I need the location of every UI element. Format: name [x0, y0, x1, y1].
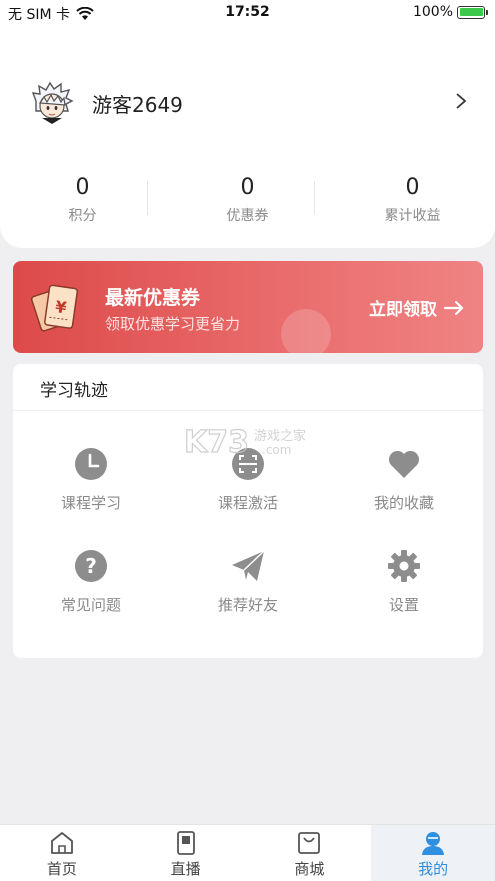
gear-icon — [388, 550, 420, 582]
battery-fill — [459, 8, 483, 16]
menu-label: 设置 — [388, 596, 419, 614]
menu-label: 我的收藏 — [373, 494, 434, 512]
tab-live[interactable]: 直播 — [124, 825, 248, 881]
tab-home[interactable]: 首页 — [0, 825, 124, 881]
live-icon — [176, 831, 195, 855]
stat-divider — [314, 181, 315, 215]
menu-recommend-friends[interactable]: 推荐好友 — [178, 548, 318, 615]
question-icon: ? — [75, 550, 107, 582]
menu-settings[interactable]: 设置 — [334, 548, 474, 615]
menu-label: 推荐好友 — [217, 596, 278, 614]
stat-divider — [147, 181, 148, 215]
stat-value: 0 — [75, 175, 90, 200]
clock-icon — [75, 448, 107, 480]
coupon-title: 最新优惠券 — [105, 287, 201, 309]
menu-label: 课程激活 — [217, 494, 278, 512]
touch-ripple — [281, 309, 331, 353]
status-right: 100% — [412, 4, 488, 20]
stat-label: 累计收益 — [384, 208, 441, 224]
claim-now-label: 立即领取 — [369, 300, 437, 320]
battery-icon — [457, 5, 488, 19]
stat-value: 0 — [405, 175, 420, 200]
svg-text:.com: .com — [262, 443, 291, 457]
stat-points[interactable]: 0 积分 — [0, 173, 165, 225]
tab-label: 首页 — [46, 860, 77, 878]
stats-row: 0 积分 0 优惠券 0 累计收益 — [0, 173, 495, 225]
paper-plane-icon — [232, 550, 265, 581]
tab-label: 直播 — [170, 860, 201, 878]
menu-my-favorites[interactable]: 我的收藏 — [334, 446, 474, 513]
bottom-tab-bar: 首页 直播 商城 我的 — [0, 824, 495, 881]
menu-faq[interactable]: ? 常见问题 — [21, 548, 161, 615]
username[interactable]: 游客2649 — [92, 89, 183, 118]
heart-icon — [388, 450, 420, 478]
k73-watermark-logo: K73 游戏之家 .com — [184, 424, 306, 460]
stat-value: 0 — [240, 175, 255, 200]
svg-text:?: ? — [85, 554, 97, 578]
coupon-subtitle: 领取优惠学习更省力 — [105, 315, 241, 333]
stat-coupons[interactable]: 0 优惠券 — [165, 173, 330, 225]
tab-mine[interactable]: 我的 — [371, 825, 495, 881]
menu-label: 课程学习 — [60, 494, 121, 512]
svg-text:游戏之家: 游戏之家 — [254, 428, 306, 444]
learning-track-card: 学习轨迹 课程学习 课程激活 我的收藏 ? 常见问题 推荐好友 设置 — [13, 364, 483, 658]
stat-label: 优惠券 — [226, 208, 269, 224]
divider — [13, 410, 483, 411]
tab-label: 商城 — [294, 860, 325, 878]
section-title: 学习轨迹 — [40, 381, 108, 401]
menu-label: 常见问题 — [60, 596, 121, 614]
menu-course-study[interactable]: 课程学习 — [21, 446, 161, 513]
battery-percent: 100% — [412, 4, 453, 20]
home-icon — [50, 832, 73, 854]
svg-text:K73: K73 — [184, 425, 249, 460]
stat-earnings[interactable]: 0 累计收益 — [330, 173, 495, 225]
arrow-right-icon — [443, 300, 464, 315]
stat-label: 积分 — [68, 208, 97, 224]
tab-label: 我的 — [418, 860, 449, 878]
user-icon — [422, 832, 445, 855]
tab-shop[interactable]: 商城 — [248, 825, 372, 881]
coupon-ticket-icon: ¥ — [31, 284, 79, 332]
cartoon-avatar-icon[interactable] — [30, 81, 74, 125]
status-bar: 无 SIM 卡 17:52 100% — [0, 0, 495, 26]
chevron-right-icon[interactable] — [455, 92, 467, 110]
claim-now-button[interactable]: 立即领取 — [369, 295, 465, 320]
shop-icon — [298, 832, 321, 854]
coupon-banner[interactable]: ¥ 最新优惠券 领取优惠学习更省力 立即领取 — [13, 261, 483, 353]
profile-card: 游客2649 0 积分 0 优惠券 0 累计收益 — [0, 26, 495, 248]
